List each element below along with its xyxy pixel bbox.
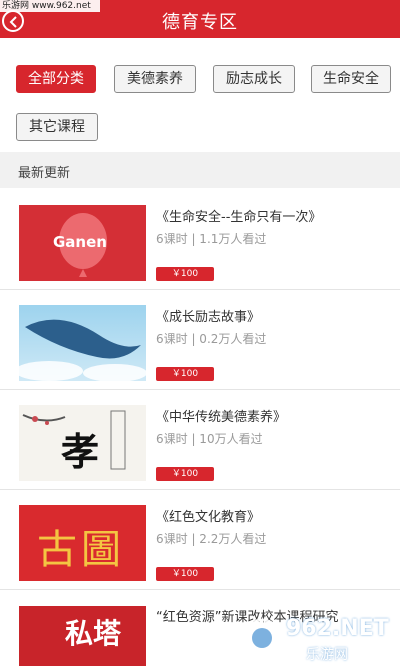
category-filters: 全部分类 美德素养 励志成长 生命安全 其它课程 [0, 38, 400, 150]
filter-chip-growth[interactable]: 励志成长 [213, 65, 295, 93]
course-title: 《成长励志故事》 [156, 310, 261, 325]
course-thumbnail: 私塔 [19, 606, 146, 666]
watermark-brand: 962.NET [286, 616, 389, 641]
filter-chip-virtue[interactable]: 美德素养 [114, 65, 196, 93]
price-badge: ￥100 [156, 367, 214, 381]
filter-chip-safety[interactable]: 生命安全 [311, 65, 391, 93]
course-meta: 6课时 | 1.1万人看过 [156, 232, 267, 246]
course-title: 《生命安全--生命只有一次》 [156, 210, 322, 225]
filter-chip-other[interactable]: 其它课程 [16, 113, 98, 141]
course-meta: 6课时 | 10万人看过 [156, 432, 263, 446]
thumbnail-text: 古圖 [37, 527, 125, 573]
course-title: 《红色文化教育》 [156, 510, 261, 525]
course-thumbnail: Ganen [19, 205, 146, 281]
course-item[interactable]: 孝 《中华传统美德素养》 6课时 | 10万人看过 ￥100 [0, 390, 400, 490]
price-badge: ￥100 [156, 267, 214, 281]
course-thumbnail: 孝 [19, 405, 146, 481]
watermark-top: 乐游网 www.962.net [0, 0, 100, 12]
thumbnail-text: 孝 [61, 429, 100, 474]
course-item[interactable]: 《成长励志故事》 6课时 | 0.2万人看过 ￥100 [0, 290, 400, 390]
course-meta: 6课时 | 0.2万人看过 [156, 332, 267, 346]
section-header: 最新更新 [0, 152, 400, 188]
course-title: 《中华传统美德素养》 [156, 410, 287, 425]
whale-image-icon [19, 319, 146, 381]
price-badge: ￥100 [156, 467, 214, 481]
watermark-logo: 962.NET 乐游网 [240, 612, 400, 666]
course-item[interactable]: Ganen 《生命安全--生命只有一次》 6课时 | 1.1万人看过 ￥100 [0, 190, 400, 290]
filter-chip-all[interactable]: 全部分类 [16, 65, 96, 93]
watermark-sub: 乐游网 [306, 647, 348, 663]
thumbnail-text: Ganen [53, 233, 107, 251]
section-title: 最新更新 [18, 166, 71, 181]
course-thumbnail [19, 305, 146, 381]
course-thumbnail: 古圖 [19, 505, 146, 581]
price-badge: ￥100 [156, 567, 214, 581]
course-meta: 6课时 | 2.2万人看过 [156, 532, 267, 546]
course-item[interactable]: 古圖 《红色文化教育》 6课时 | 2.2万人看过 ￥100 [0, 490, 400, 590]
thumbnail-text: 私塔 [65, 617, 122, 650]
